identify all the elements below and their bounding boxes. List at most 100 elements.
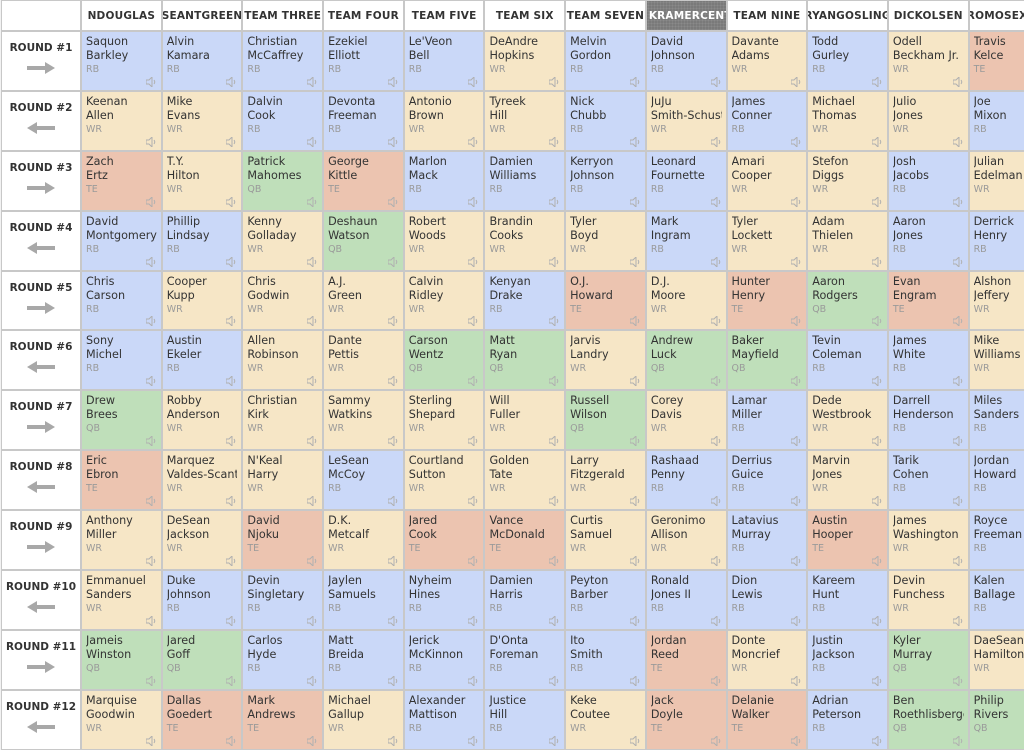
pick-cell[interactable]: Le'Veon Bell RB bbox=[404, 32, 484, 90]
speaker-icon[interactable] bbox=[387, 614, 399, 628]
pick-cell[interactable]: Joe Mixon RB bbox=[969, 91, 1024, 150]
pick-cell[interactable]: Latavius Murray RB bbox=[727, 511, 807, 570]
speaker-icon[interactable] bbox=[387, 554, 399, 568]
pick-cell[interactable]: MarquezValdes-ScantlingWR bbox=[162, 451, 242, 510]
pick-cell[interactable]: Dallas Goedert TE bbox=[162, 690, 242, 749]
pick-cell[interactable]: Jack Doyle TE bbox=[646, 690, 726, 749]
team-header[interactable]: TEAM FOUR bbox=[324, 1, 403, 30]
pick-cell[interactable]: David Montgomery RB bbox=[82, 211, 161, 270]
pick-cell[interactable]: Jared Cook TE bbox=[404, 511, 484, 570]
speaker-icon[interactable] bbox=[145, 554, 157, 568]
pick-cell[interactable]: Alshon Jeffery WR bbox=[969, 271, 1024, 330]
speaker-icon[interactable] bbox=[225, 195, 237, 208]
speaker-icon[interactable] bbox=[871, 135, 883, 148]
speaker-icon[interactable] bbox=[225, 435, 237, 448]
pick-cell[interactable]: DaeSean Hamilton WR bbox=[969, 630, 1024, 689]
speaker-icon[interactable] bbox=[952, 494, 964, 508]
pick-cell[interactable]: Calvin Ridley WR bbox=[404, 271, 484, 330]
pick-cell[interactable]: Josh Jacobs RB bbox=[888, 151, 968, 210]
speaker-icon[interactable] bbox=[710, 255, 722, 268]
pick-cell[interactable]: Adam Thielen WR bbox=[808, 211, 887, 270]
speaker-icon[interactable] bbox=[548, 614, 560, 628]
pick-cell[interactable]: Sony Michel RB bbox=[82, 331, 161, 390]
pick-cell[interactable]: Evan Engram TE bbox=[888, 271, 968, 330]
speaker-icon[interactable] bbox=[629, 195, 641, 208]
pick-cell[interactable]: Allen Robinson WR bbox=[243, 331, 323, 390]
speaker-icon[interactable] bbox=[548, 494, 560, 508]
pick-cell[interactable]: Marlon Mack RB bbox=[404, 151, 484, 210]
speaker-icon[interactable] bbox=[629, 135, 641, 148]
pick-cell[interactable]: Cooper Kupp WR bbox=[162, 271, 242, 330]
speaker-icon[interactable] bbox=[387, 494, 399, 508]
pick-cell[interactable]: Justin Jackson RB bbox=[808, 630, 887, 689]
pick-cell[interactable]: Donte Moncrief WR bbox=[727, 630, 807, 689]
pick-cell[interactable]: Travis Kelce TE bbox=[969, 32, 1024, 90]
pick-cell[interactable]: D.J. Moore WR bbox=[646, 271, 726, 330]
speaker-icon[interactable] bbox=[467, 255, 479, 268]
team-header[interactable]: TEAM NINE bbox=[727, 1, 807, 30]
pick-cell[interactable]: Deshaun Watson QB bbox=[324, 211, 403, 270]
speaker-icon[interactable] bbox=[467, 494, 479, 508]
pick-cell[interactable]: Jameis Winston QB bbox=[82, 630, 161, 689]
pick-cell[interactable]: Ito Smith RB bbox=[566, 630, 645, 689]
pick-cell[interactable]: Zach Ertz TE bbox=[82, 151, 161, 210]
pick-cell[interactable]: Peyton Barber RB bbox=[566, 571, 645, 629]
speaker-icon[interactable] bbox=[145, 75, 157, 89]
pick-cell[interactable]: Justice Hill RB bbox=[485, 690, 565, 749]
speaker-icon[interactable] bbox=[629, 435, 641, 448]
speaker-icon[interactable] bbox=[548, 315, 560, 328]
pick-cell[interactable]: Leonard Fournette RB bbox=[646, 151, 726, 210]
speaker-icon[interactable] bbox=[710, 195, 722, 208]
pick-cell[interactable]: Damien Harris RB bbox=[485, 571, 565, 629]
speaker-icon[interactable] bbox=[629, 75, 641, 89]
pick-cell[interactable]: Larry Fitzgerald WR bbox=[566, 451, 645, 510]
pick-cell[interactable]: Will Fuller WR bbox=[485, 391, 565, 450]
speaker-icon[interactable] bbox=[952, 674, 964, 688]
speaker-icon[interactable] bbox=[306, 554, 318, 568]
speaker-icon[interactable] bbox=[145, 614, 157, 628]
speaker-icon[interactable] bbox=[467, 554, 479, 568]
pick-cell[interactable]: Robert Woods WR bbox=[404, 211, 484, 270]
pick-cell[interactable]: Chris Godwin WR bbox=[243, 271, 323, 330]
pick-cell[interactable]: Odell Beckham Jr. WR bbox=[888, 32, 968, 90]
speaker-icon[interactable] bbox=[145, 315, 157, 328]
speaker-icon[interactable] bbox=[629, 614, 641, 628]
pick-cell[interactable]: James White RB bbox=[888, 331, 968, 390]
pick-cell[interactable]: Michael Gallup WR bbox=[324, 690, 403, 749]
team-header[interactable]: SEANTGREEN bbox=[162, 1, 242, 30]
pick-cell[interactable]: Christian Kirk WR bbox=[243, 391, 323, 450]
speaker-icon[interactable] bbox=[952, 435, 964, 448]
pick-cell[interactable]: Dion Lewis RB bbox=[727, 571, 807, 629]
speaker-icon[interactable] bbox=[548, 674, 560, 688]
speaker-icon[interactable] bbox=[548, 375, 560, 388]
speaker-icon[interactable] bbox=[629, 315, 641, 328]
pick-cell[interactable]: Todd Gurley RB bbox=[808, 32, 887, 90]
pick-cell[interactable]: Davante Adams WR bbox=[727, 32, 807, 90]
pick-cell[interactable]: Tarik Cohen RB bbox=[888, 451, 968, 510]
pick-cell[interactable]: Dede Westbrook WR bbox=[808, 391, 887, 450]
pick-cell[interactable]: Anthony Miller WR bbox=[82, 511, 161, 570]
pick-cell[interactable]: Adrian Peterson RB bbox=[808, 690, 887, 749]
pick-cell[interactable]: DeAndre Hopkins WR bbox=[485, 32, 565, 90]
pick-cell[interactable]: Amari Cooper WR bbox=[727, 151, 807, 210]
team-header[interactable]: TEAM FIVE bbox=[404, 1, 484, 30]
team-header[interactable]: DICKOLSEN bbox=[888, 1, 968, 30]
speaker-icon[interactable] bbox=[710, 315, 722, 328]
pick-cell[interactable]: Curtis Samuel WR bbox=[566, 511, 645, 570]
speaker-icon[interactable] bbox=[145, 375, 157, 388]
pick-cell[interactable]: Eric Ebron TE bbox=[82, 451, 161, 510]
speaker-icon[interactable] bbox=[548, 195, 560, 208]
speaker-icon[interactable] bbox=[387, 435, 399, 448]
speaker-icon[interactable] bbox=[871, 195, 883, 208]
pick-cell[interactable]: Julian Edelman WR bbox=[969, 151, 1024, 210]
pick-cell[interactable]: Miles Sanders RB bbox=[969, 391, 1024, 450]
pick-cell[interactable]: Devonta Freeman RB bbox=[324, 91, 403, 150]
speaker-icon[interactable] bbox=[145, 494, 157, 508]
pick-cell[interactable]: Sterling Shepard WR bbox=[404, 391, 484, 450]
speaker-icon[interactable] bbox=[387, 255, 399, 268]
pick-cell[interactable]: Austin Ekeler RB bbox=[162, 331, 242, 390]
pick-cell[interactable]: David Johnson RB bbox=[646, 32, 726, 90]
pick-cell[interactable]: Mike Evans WR bbox=[162, 91, 242, 150]
speaker-icon[interactable] bbox=[629, 494, 641, 508]
speaker-icon[interactable] bbox=[467, 135, 479, 148]
